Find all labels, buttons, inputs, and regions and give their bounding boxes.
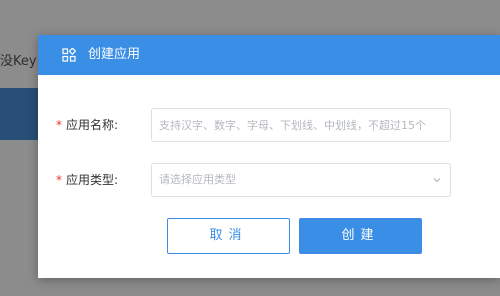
screen: 没Key 创建应用 *应用名称: *应用类型: [0, 0, 500, 296]
apps-grid-icon [62, 48, 76, 62]
app-name-input[interactable] [152, 109, 439, 141]
create-app-dialog: 创建应用 *应用名称: *应用类型: 请选择应用类型 取消 创 [38, 35, 500, 278]
app-type-label-text: 应用类型: [66, 173, 119, 187]
chevron-down-icon [433, 178, 441, 183]
dialog-title: 创建应用 [88, 47, 141, 62]
app-name-row: * 应用名称: [38, 108, 500, 142]
app-name-input-wrapper [151, 108, 451, 142]
create-button[interactable]: 创建 [299, 218, 422, 254]
app-name-label-text: 应用名称: [66, 118, 119, 132]
dialog-header: 创建应用 [38, 35, 500, 75]
app-type-select[interactable]: 请选择应用类型 [151, 163, 451, 197]
app-type-placeholder: 请选择应用类型 [159, 173, 236, 186]
required-mark: * [56, 118, 62, 132]
required-mark: * [56, 173, 62, 187]
app-name-label: * 应用名称: [56, 108, 118, 142]
cancel-button[interactable]: 取消 [167, 218, 290, 254]
app-type-row: * 应用类型: 请选择应用类型 [38, 163, 500, 197]
app-type-label: * 应用类型: [56, 163, 118, 197]
